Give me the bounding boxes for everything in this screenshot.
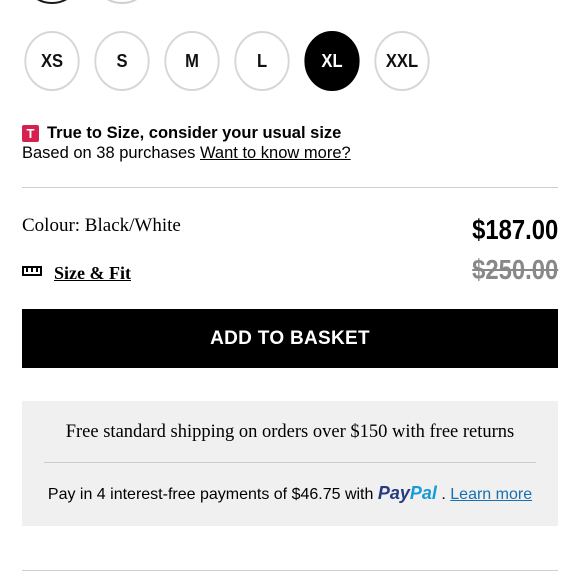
paypal-row: Pay in 4 interest-free payments of $46.7… bbox=[22, 483, 558, 504]
bottom-divider bbox=[22, 570, 558, 571]
size-and-fit-link[interactable]: Size & Fit bbox=[54, 263, 131, 284]
colour-swatch-selected[interactable] bbox=[22, 0, 82, 4]
ruler-icon bbox=[22, 266, 42, 276]
fit-purchase-count: Based on 38 purchases bbox=[22, 144, 196, 162]
want-to-know-more-link[interactable]: Want to know more? bbox=[200, 144, 351, 162]
paypal-brand-part2: Pal bbox=[409, 483, 437, 503]
section-divider bbox=[22, 187, 558, 188]
info-divider bbox=[44, 462, 536, 463]
shipping-info-box: Free standard shipping on orders over $1… bbox=[22, 401, 558, 526]
shipping-text: Free standard shipping on orders over $1… bbox=[65, 422, 515, 442]
true-to-size-icon: T bbox=[22, 125, 39, 142]
colour-swatch[interactable] bbox=[92, 0, 152, 4]
size-option-l[interactable]: L bbox=[234, 31, 290, 91]
size-option-m[interactable]: M bbox=[164, 31, 220, 91]
paypal-logo-icon: PayPal bbox=[378, 483, 437, 503]
paypal-separator: . bbox=[441, 486, 446, 503]
learn-more-link[interactable]: Learn more bbox=[450, 486, 532, 503]
colour-label: Colour: Black/White bbox=[22, 215, 181, 236]
size-option-s[interactable]: S bbox=[94, 31, 150, 91]
paypal-text: Pay in 4 interest-free payments of $46.7… bbox=[47, 486, 374, 503]
add-to-basket-button[interactable]: ADD TO BASKET bbox=[22, 309, 558, 368]
fit-subtitle: Based on 38 purchases Want to know more? bbox=[22, 144, 351, 163]
current-price: $187.00 bbox=[471, 214, 558, 245]
size-option-xxl[interactable]: XXL bbox=[374, 31, 430, 91]
original-price: $250.00 bbox=[471, 254, 558, 285]
paypal-brand-part1: Pay bbox=[377, 483, 410, 503]
size-option-xl[interactable]: XL bbox=[304, 31, 360, 91]
fit-title: True to Size, consider your usual size bbox=[47, 124, 342, 142]
size-option-xs[interactable]: XS bbox=[24, 31, 80, 91]
